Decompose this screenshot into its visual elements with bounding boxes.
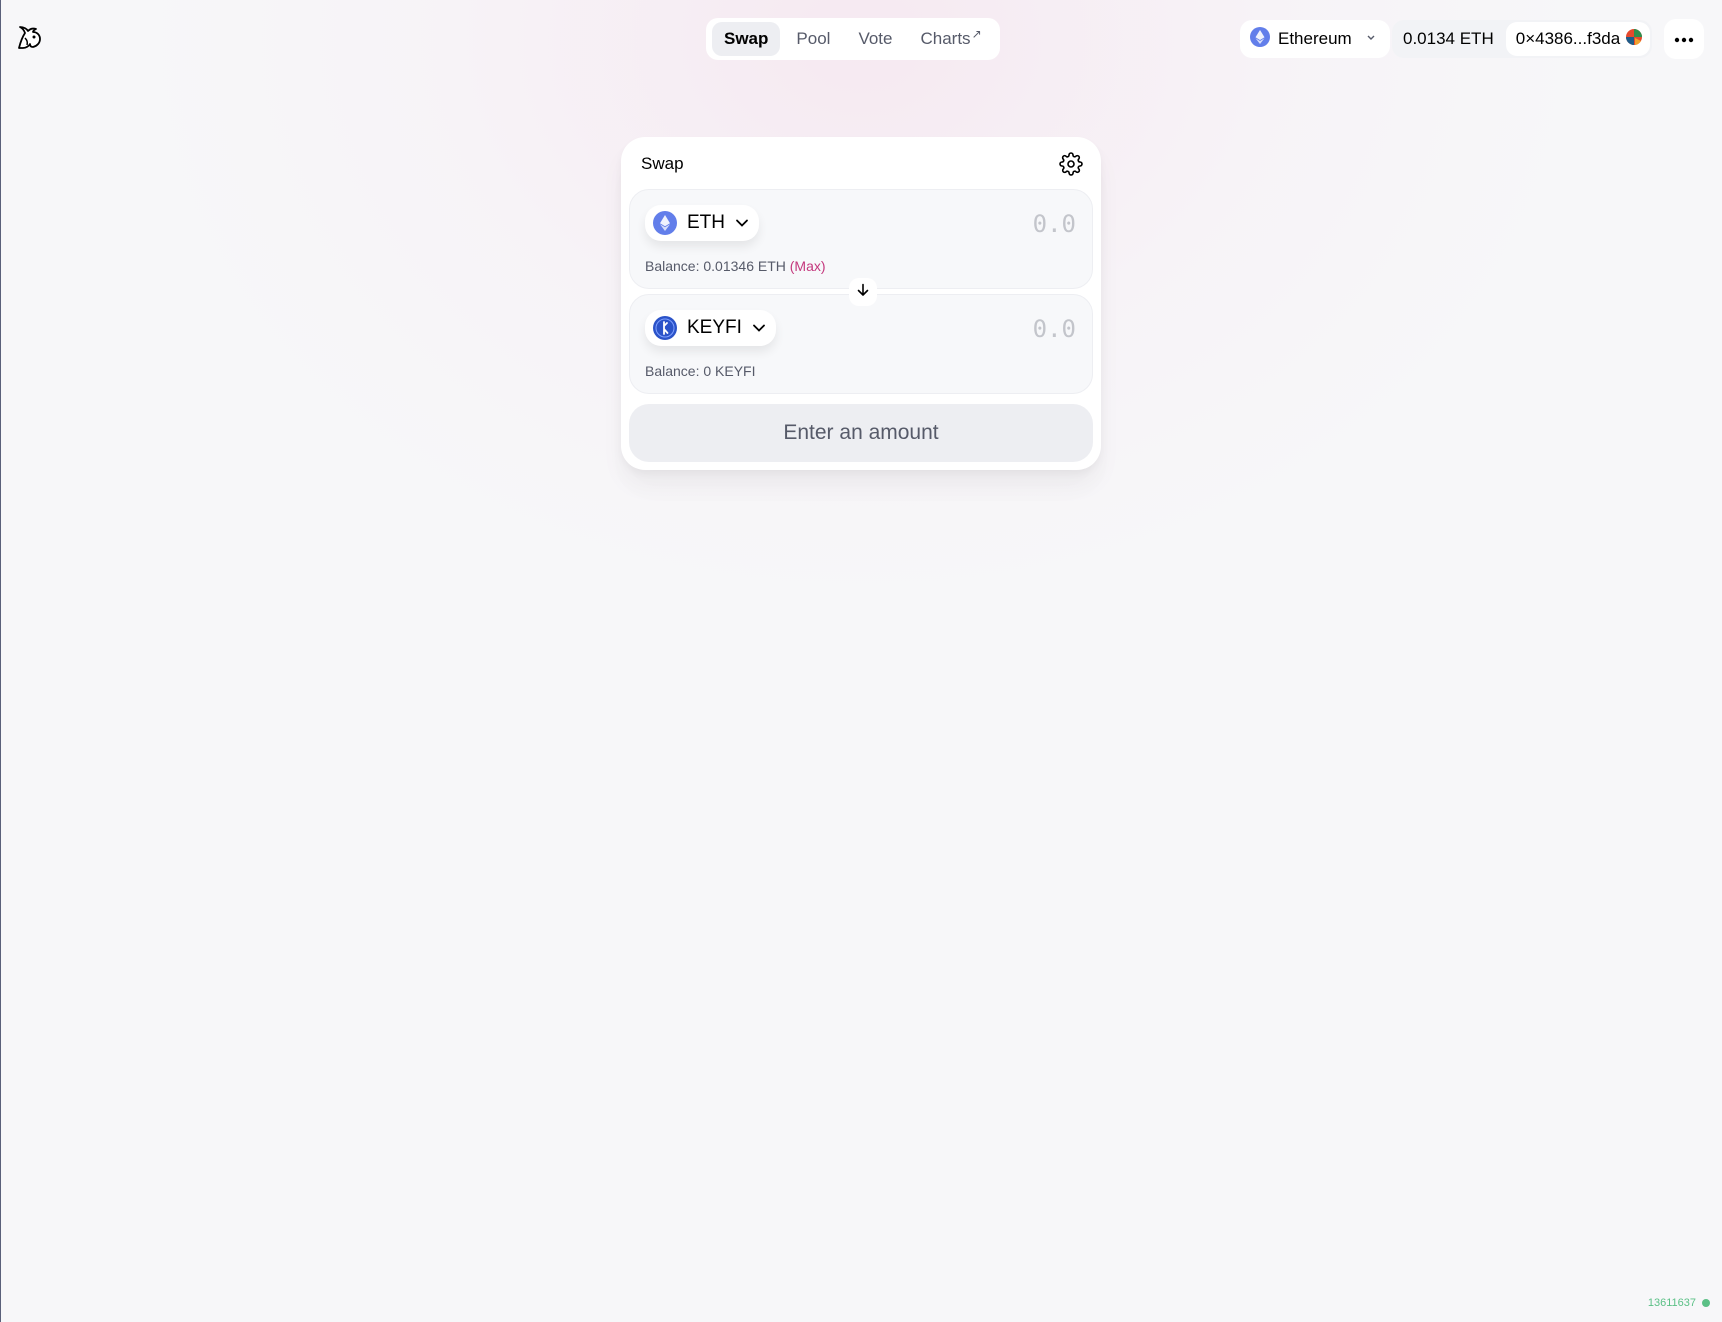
ethereum-icon: [1250, 26, 1270, 52]
settings-gear-icon[interactable]: [1059, 152, 1083, 176]
tab-charts[interactable]: Charts↗: [908, 22, 993, 56]
wallet-address-button[interactable]: 0×4386...f3da: [1505, 22, 1651, 56]
account-panel: 0.0134 ETH 0×4386...f3da: [1392, 20, 1653, 58]
token-symbol-to: KEYFI: [687, 317, 742, 338]
status-dot-icon: [1702, 1299, 1710, 1307]
identicon-avatar: [1626, 28, 1643, 50]
token-select-to[interactable]: KEYFI: [645, 310, 776, 346]
chevron-down-icon: [735, 212, 749, 234]
input-panel-from: ETH 0.0 Balance: 0.01346 ETH (Max): [629, 189, 1093, 289]
block-number-indicator[interactable]: 13611637: [1648, 1297, 1710, 1309]
block-number: 13611637: [1647, 1297, 1696, 1309]
token-symbol-from: ETH: [687, 212, 725, 233]
switch-tokens-button[interactable]: [849, 278, 877, 306]
balance-to: Balance: 0 KEYFI: [645, 363, 756, 379]
external-link-icon: ↗: [971, 27, 982, 41]
uniswap-logo-icon[interactable]: [15, 24, 43, 52]
amount-input-from[interactable]: 0.0: [1033, 210, 1076, 238]
balance-from: Balance: 0.01346 ETH (Max): [645, 258, 826, 274]
tab-charts-label: Charts: [920, 29, 971, 48]
input-panel-to: KEYFI 0.0 Balance: 0 KEYFI: [629, 294, 1093, 394]
network-selector[interactable]: Ethereum: [1240, 20, 1390, 58]
tab-vote[interactable]: Vote: [846, 22, 904, 56]
arrow-down-icon: [856, 283, 870, 302]
amount-input-to[interactable]: 0.0: [1033, 315, 1076, 343]
more-menu-button[interactable]: [1664, 19, 1704, 59]
tab-pool[interactable]: Pool: [784, 22, 842, 56]
more-dots-icon: [1674, 30, 1694, 48]
balance-from-label: Balance: 0.01346 ETH: [645, 258, 786, 274]
eth-balance: 0.0134 ETH: [1403, 29, 1494, 48]
wallet-address: 0×4386...f3da: [1515, 29, 1621, 48]
max-button[interactable]: (Max): [790, 258, 826, 274]
tab-swap[interactable]: Swap: [712, 22, 781, 56]
eth-token-icon: [653, 211, 677, 235]
keyfi-token-icon: [653, 316, 677, 340]
chevron-down-icon: [1366, 33, 1376, 45]
swap-card: Swap ETH 0.0 Balance: 0.01346 ETH (Max): [621, 137, 1101, 470]
enter-amount-button[interactable]: Enter an amount: [629, 404, 1093, 462]
network-name: Ethereum: [1278, 29, 1352, 48]
token-select-from[interactable]: ETH: [645, 205, 759, 241]
main-nav: Swap Pool Vote Charts↗: [706, 18, 1000, 60]
chevron-down-icon: [752, 317, 766, 339]
swap-title: Swap: [641, 154, 684, 173]
